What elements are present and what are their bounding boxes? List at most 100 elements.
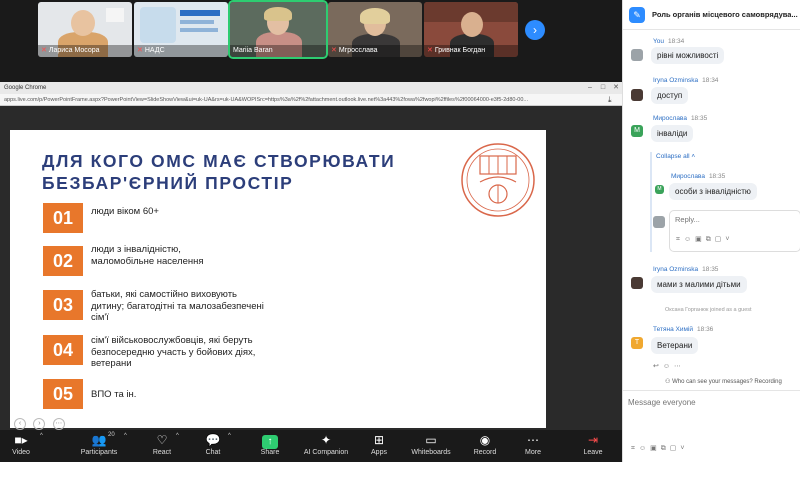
share-screen-icon: ↑ (262, 435, 278, 449)
react-button[interactable]: ♡ React (148, 432, 176, 460)
chat-title: Роль органів місцевого самоврядува... (652, 10, 798, 19)
video-tile[interactable]: ✕ Лариса Мосора (38, 2, 132, 57)
apps-button[interactable]: ⊞ Apps (366, 432, 392, 460)
message-input[interactable] (628, 395, 796, 409)
chat-message[interactable]: Ветерани (651, 337, 699, 354)
video-gallery-strip: ✕ Лариса Мосора ✕ НАДС Mariia Baran ✕ Мгрос… (0, 0, 622, 82)
reply-box: ⌗☺▣⧉▢˅ (669, 210, 800, 252)
system-message: Оксана Горганюк joined as a guest (665, 307, 752, 313)
chat-options-chevron-icon[interactable]: ^ (228, 433, 231, 439)
chat-message[interactable]: інваліди (651, 125, 694, 142)
item-number-05: 05 (43, 379, 83, 409)
record-button[interactable]: ◉ Record (470, 432, 500, 460)
browser-title: Google Chrome (4, 85, 47, 91)
more-dots-icon: ⋯ (527, 433, 539, 447)
emoji-icon[interactable]: ☺ (684, 236, 695, 243)
avatar (653, 216, 665, 228)
leave-button[interactable]: ⇥ Leave (578, 432, 608, 460)
next-page-arrow-icon[interactable]: › (525, 20, 545, 40)
chat-edit-icon[interactable]: ✎ (629, 7, 645, 23)
download-icon[interactable]: ⤓ (608, 94, 618, 106)
participant-name: ✕ Мгросслава (328, 45, 422, 57)
chat-panel: ✎ Роль органів місцевого самоврядува... … (622, 0, 800, 462)
add-reaction-icon[interactable]: ☺ (663, 363, 674, 370)
participant-name: ✕ Лариса Мосора (38, 45, 132, 57)
message-sender: Мирослава 18:35 (671, 173, 726, 180)
university-logo-icon (461, 143, 535, 217)
heart-icon: ♡ (156, 433, 168, 447)
apps-grid-icon: ⊞ (373, 433, 385, 447)
composer-tools: ⌗☺▣⧉▢˅ (631, 444, 688, 453)
video-button[interactable]: ■▸ Video (6, 432, 36, 460)
message-actions: ↩☺⋯ (653, 362, 685, 370)
participants-icon: 👥 (91, 433, 107, 447)
message-sender: You 18:34 (653, 38, 685, 45)
chat-message[interactable]: рівні можливості (651, 47, 725, 64)
chat-button[interactable]: 💬 Chat (200, 432, 226, 460)
next-slide-icon[interactable]: › (33, 418, 46, 430)
video-camera-icon: ■▸ (14, 433, 28, 447)
avatar (631, 89, 643, 101)
screenshot-icon[interactable]: ⧉ (661, 445, 670, 452)
chevron-down-icon[interactable]: ˅ (725, 236, 733, 243)
previous-slide-icon[interactable]: ‹ (14, 418, 26, 430)
gif-icon[interactable]: ▣ (650, 445, 661, 452)
chat-bubble-icon: 💬 (205, 433, 221, 447)
screenshot-icon[interactable]: ⧉ (706, 236, 715, 243)
share-button[interactable]: ↑ Share (256, 432, 284, 460)
ai-companion-button[interactable]: ✦ AI Companion (300, 432, 352, 460)
chat-message[interactable]: мами з малими дітьми (651, 276, 747, 293)
video-tile[interactable]: ✕ Гривнак Богдан (424, 2, 518, 57)
participants-options-chevron-icon[interactable]: ^ (124, 433, 127, 439)
muted-mic-icon: ✕ (41, 47, 47, 54)
whiteboards-button[interactable]: ▭ Whiteboards (408, 432, 454, 460)
video-tile[interactable]: ✕ Мгросслава (328, 2, 422, 57)
format-icon[interactable]: ⌗ (676, 236, 684, 243)
browser-url: apps.live.com/p/PowerPointFrame.aspx?Pow… (4, 97, 529, 103)
muted-mic-icon: ✕ (137, 47, 143, 54)
item-text-05: ВПО та ін. (91, 389, 137, 400)
reply-thread-icon[interactable]: ↩ (653, 363, 663, 370)
people-icon: ⚇ (665, 379, 671, 385)
video-tile-active-speaker[interactable]: Mariia Baran (228, 0, 328, 59)
chevron-down-icon[interactable]: ˅ (680, 445, 688, 452)
chat-header: ✎ Роль органів місцевого самоврядува... (623, 0, 800, 30)
avatar: M (631, 125, 643, 137)
participant-name: ✕ Гривнак Богдан (424, 45, 518, 57)
more-options-icon[interactable]: ⋯ (52, 418, 65, 430)
video-options-chevron-icon[interactable]: ^ (40, 433, 43, 439)
maximize-icon[interactable]: □ (597, 82, 609, 94)
gif-icon[interactable]: ▣ (695, 236, 706, 243)
whiteboard-icon: ▭ (425, 433, 437, 447)
chevron-up-icon: ˄ (691, 153, 696, 160)
avatar (631, 277, 643, 289)
collapse-all-link[interactable]: Collapse all ˄ (656, 153, 695, 160)
close-icon[interactable]: ✕ (610, 82, 622, 94)
slide-controls: ‹ › ⋯ (14, 412, 74, 430)
participants-button[interactable]: 👥 Participants (76, 432, 122, 460)
file-icon[interactable]: ▢ (670, 445, 681, 452)
file-icon[interactable]: ▢ (715, 236, 726, 243)
participant-name: ✕ НАДС (134, 45, 228, 57)
more-button[interactable]: ⋯ More (520, 432, 546, 460)
item-text-02: люди з інвалідністю, маломобільне населе… (91, 244, 204, 267)
emoji-icon[interactable]: ☺ (639, 445, 650, 452)
react-options-chevron-icon[interactable]: ^ (176, 433, 179, 439)
avatar: T (631, 337, 643, 349)
item-number-03: 03 (43, 290, 83, 320)
avatar (631, 49, 643, 61)
minimize-icon[interactable]: – (584, 82, 596, 94)
who-can-see-link[interactable]: ⚇ Who can see your messages? Recording (665, 378, 782, 385)
participant-name: Mariia Baran (230, 45, 326, 57)
chat-message[interactable]: доступ (651, 87, 689, 104)
format-icon[interactable]: ⌗ (631, 445, 639, 452)
chat-message[interactable]: особи з інвалідністю (669, 183, 757, 200)
muted-mic-icon: ✕ (427, 47, 433, 54)
browser-address-bar[interactable]: apps.live.com/p/PowerPointFrame.aspx?Pow… (0, 94, 622, 106)
more-dots-icon[interactable]: ⋯ (674, 363, 685, 370)
video-tile[interactable]: ✕ НАДС (134, 2, 228, 57)
reply-tools: ⌗☺▣⧉▢˅ (676, 235, 733, 244)
zoom-meeting-window: ✕ Лариса Мосора ✕ НАДС Mariia Baran ✕ Мгрос… (0, 0, 800, 500)
item-text-01: люди віком 60+ (91, 206, 159, 217)
reply-input[interactable] (675, 215, 775, 224)
